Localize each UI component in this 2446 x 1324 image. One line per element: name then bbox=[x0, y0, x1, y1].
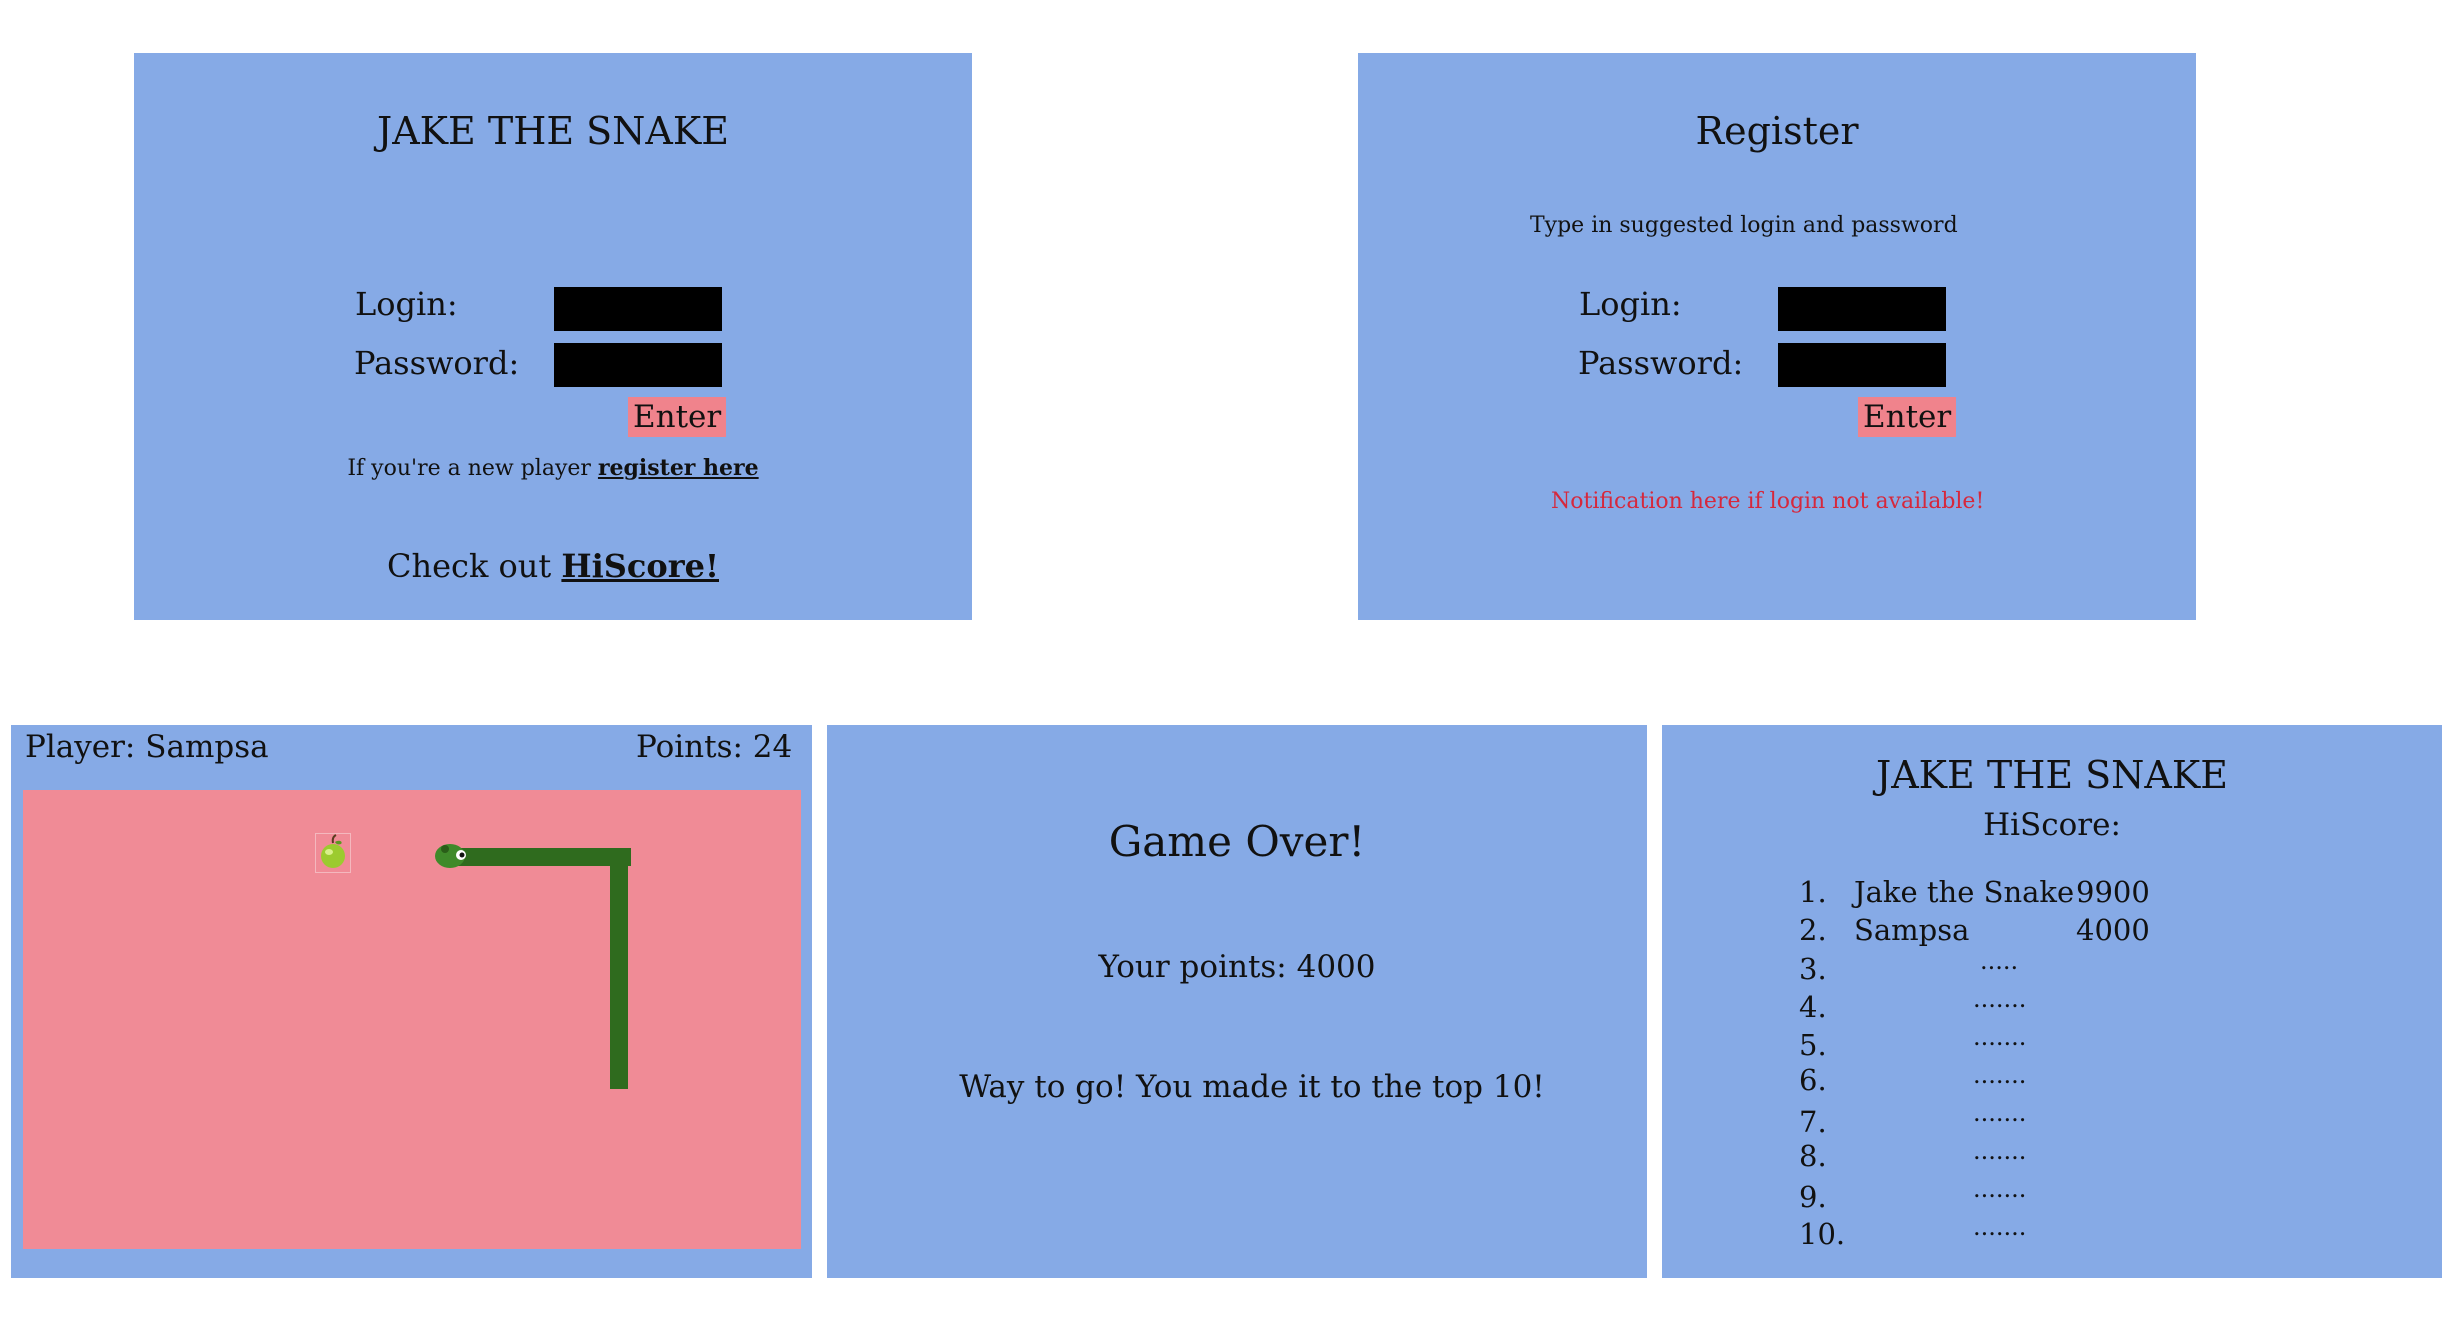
hiscore-list: 1. Jake the Snake 9900 2. Sampsa 4000 3.… bbox=[1662, 725, 2442, 1278]
register-login-input[interactable] bbox=[1778, 287, 1946, 331]
password-label: Password: bbox=[354, 344, 520, 382]
hiscore-link[interactable]: HiScore! bbox=[561, 547, 719, 585]
final-points: Your points: 4000 bbox=[1098, 949, 1376, 985]
register-password-input[interactable] bbox=[1778, 343, 1946, 387]
login-title: JAKE THE SNAKE bbox=[376, 109, 730, 153]
register-title: Register bbox=[1695, 109, 1859, 153]
game-over-panel: Game Over! Your points: 4000 Way to go! … bbox=[827, 725, 1647, 1278]
hiscore-prompt: Check out HiScore! bbox=[134, 547, 972, 585]
game-board[interactable] bbox=[23, 790, 801, 1249]
hiscore-rank: 7. bbox=[1799, 1105, 1827, 1139]
login-input[interactable] bbox=[554, 287, 722, 331]
register-prompt: If you're a new player register here bbox=[134, 455, 972, 481]
hiscore-player: ....... bbox=[1973, 985, 2027, 1013]
snake-body-horizontal bbox=[458, 848, 631, 866]
snake-body-vertical bbox=[610, 848, 628, 1089]
hiscore-prefix: Check out bbox=[386, 547, 552, 585]
congrats-message: Way to go! You made it to the top 10! bbox=[959, 1069, 1545, 1105]
register-link[interactable]: register here bbox=[598, 455, 759, 481]
register-password-label: Password: bbox=[1578, 344, 1744, 382]
register-panel: Register Type in suggested login and pas… bbox=[1358, 53, 2196, 620]
points-display: Points: 24 bbox=[636, 729, 793, 765]
hiscore-player: ....... bbox=[1973, 1213, 2027, 1241]
hiscore-player: Sampsa bbox=[1854, 913, 1970, 947]
enter-button[interactable]: Enter bbox=[628, 397, 727, 437]
game-over-title: Game Over! bbox=[1108, 817, 1366, 866]
register-enter-button[interactable]: Enter bbox=[1858, 397, 1957, 437]
hiscore-player: ..... bbox=[1980, 947, 2019, 975]
game-panel: Player: Sampsa Points: 24 bbox=[11, 725, 812, 1278]
hiscore-rank: 9. bbox=[1799, 1180, 1827, 1214]
register-instructions: Type in suggested login and password bbox=[1530, 213, 1958, 238]
hiscore-panel: JAKE THE SNAKE HiScore: 1. Jake the Snak… bbox=[1662, 725, 2442, 1278]
apple-icon bbox=[315, 833, 351, 873]
hiscore-score: 9900 bbox=[2076, 875, 2150, 909]
password-input[interactable] bbox=[554, 343, 722, 387]
login-label: Login: bbox=[355, 285, 458, 323]
hiscore-rank: 4. bbox=[1799, 990, 1827, 1024]
hiscore-player: ....... bbox=[1973, 1175, 2027, 1203]
register-login-label: Login: bbox=[1579, 285, 1682, 323]
hiscore-rank: 1. bbox=[1799, 875, 1827, 909]
login-notification: Notification here if login not available… bbox=[1551, 489, 1985, 514]
hiscore-player: ....... bbox=[1973, 1137, 2027, 1165]
hiscore-rank: 10. bbox=[1799, 1217, 1846, 1251]
hiscore-player: ....... bbox=[1973, 1099, 2027, 1127]
hiscore-player: ....... bbox=[1973, 1061, 2027, 1089]
login-panel: JAKE THE SNAKE Login: Password: Enter If… bbox=[134, 53, 972, 620]
hiscore-rank: 3. bbox=[1799, 952, 1827, 986]
hiscore-rank: 8. bbox=[1799, 1139, 1827, 1173]
player-name: Player: Sampsa bbox=[25, 729, 269, 765]
hiscore-rank: 6. bbox=[1799, 1063, 1827, 1097]
new-player-text: If you're a new player bbox=[347, 456, 591, 481]
hiscore-rank: 5. bbox=[1799, 1028, 1827, 1062]
hiscore-player: Jake the Snake bbox=[1854, 875, 2075, 909]
snake-head-icon bbox=[433, 840, 469, 870]
hiscore-rank: 2. bbox=[1799, 913, 1827, 947]
hiscore-score: 4000 bbox=[2076, 913, 2150, 947]
hiscore-player: ....... bbox=[1973, 1023, 2027, 1051]
